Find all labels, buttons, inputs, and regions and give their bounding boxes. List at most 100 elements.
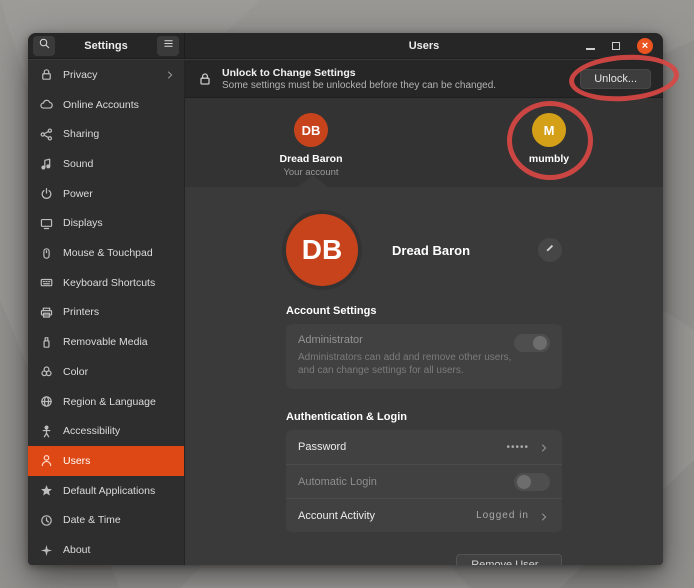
sidebar-item-label: Power [63, 188, 93, 200]
sidebar-item-label: Printers [63, 306, 99, 318]
auth-row-label: Automatic Login [298, 476, 377, 488]
auth-row-automatic-login[interactable]: Automatic Login [286, 464, 562, 498]
globe-icon [39, 394, 54, 409]
sidebar-item-accessibility[interactable]: Accessibility [28, 416, 184, 446]
unlock-banner: Unlock to Change Settings Some settings … [185, 60, 663, 98]
sidebar-item-mouse-touchpad[interactable]: Mouse & Touchpad [28, 238, 184, 268]
sidebar-item-label: Date & Time [63, 514, 121, 526]
edit-name-button[interactable] [538, 238, 562, 262]
chevron-right-icon [164, 69, 176, 81]
user-header: DB Dread Baron [286, 214, 562, 286]
sound-icon [39, 156, 54, 171]
close-icon: × [642, 39, 648, 54]
unlock-banner-title: Unlock to Change Settings [222, 67, 496, 79]
sidebar-item-label: Users [63, 455, 90, 467]
titlebar-main-section: Users × [185, 33, 663, 58]
display-icon [39, 216, 54, 231]
toggle-knob [517, 475, 531, 489]
user-avatar: DB [286, 214, 358, 286]
sidebar-item-printers[interactable]: Printers [28, 298, 184, 328]
accessibility-icon [39, 424, 54, 439]
user-detail-panel: DB Dread Baron Account Settings Administ… [185, 187, 663, 565]
search-button[interactable] [33, 36, 55, 56]
sidebar-item-label: About [63, 544, 90, 556]
printer-icon [39, 305, 54, 320]
sidebar-item-color[interactable]: Color [28, 357, 184, 387]
sidebar-item-online-accounts[interactable]: Online Accounts [28, 90, 184, 120]
hamburger-menu-icon [162, 37, 175, 55]
window-controls: × [586, 33, 653, 59]
auth-row-account-activity[interactable]: Account Activity Logged in [286, 498, 562, 532]
sidebar-item-region-language[interactable]: Region & Language [28, 387, 184, 417]
automatic-login-toggle[interactable] [514, 473, 550, 491]
star-icon [39, 483, 54, 498]
main-pane: Unlock to Change Settings Some settings … [185, 60, 663, 565]
lock-icon [39, 67, 54, 82]
sidebar-item-about[interactable]: About [28, 535, 184, 565]
sidebar-item-keyboard-shortcuts[interactable]: Keyboard Shortcuts [28, 268, 184, 298]
sidebar-item-sharing[interactable]: Sharing [28, 119, 184, 149]
lock-icon [197, 71, 213, 87]
user-selector-strip: DBDread BaronYour account Mmumbly [185, 98, 663, 187]
administrator-toggle[interactable] [514, 334, 550, 352]
administrator-label: Administrator [298, 334, 550, 346]
sidebar-item-privacy[interactable]: Privacy [28, 60, 184, 90]
sidebar-item-label: Online Accounts [63, 99, 139, 111]
sparkle-icon [39, 543, 54, 558]
sidebar-item-label: Privacy [63, 69, 97, 81]
sidebar-item-sound[interactable]: Sound [28, 149, 184, 179]
sidebar-item-label: Removable Media [63, 336, 148, 348]
sidebar-item-removable-media[interactable]: Removable Media [28, 327, 184, 357]
sidebar-item-default-applications[interactable]: Default Applications [28, 476, 184, 506]
remove-user-button[interactable]: Remove User... [456, 554, 562, 565]
user-subtitle: Your account [283, 167, 338, 178]
sidebar-item-users[interactable]: Users [28, 446, 184, 476]
user-name: Dread Baron [392, 243, 470, 258]
color-icon [39, 364, 54, 379]
sidebar-item-displays[interactable]: Displays [28, 209, 184, 239]
user-dread-baron[interactable]: DBDread BaronYour account [263, 113, 359, 178]
titlebar-sidebar-section: Settings [28, 33, 185, 58]
sidebar-item-label: Accessibility [63, 425, 120, 437]
power-icon [39, 186, 54, 201]
unlock-banner-text: Unlock to Change Settings Some settings … [222, 67, 496, 91]
sidebar-item-label: Default Applications [63, 485, 155, 497]
remove-user-row: Remove User... [286, 554, 562, 565]
unlock-button[interactable]: Unlock... [580, 69, 651, 89]
sidebar-item-date-time[interactable]: Date & Time [28, 506, 184, 536]
menu-button[interactable] [157, 36, 179, 56]
removable-media-icon [39, 335, 54, 350]
users-icon [39, 453, 54, 468]
cloud-icon [39, 97, 54, 112]
user-mumbly[interactable]: Mmumbly [501, 113, 597, 165]
sidebar-item-label: Sound [63, 158, 93, 170]
auth-row-label: Account Activity [298, 510, 375, 522]
sidebar: Privacy Online Accounts Sharing Sound Power D… [28, 60, 185, 565]
mouse-icon [39, 246, 54, 261]
sidebar-item-label: Mouse & Touchpad [63, 247, 153, 259]
settings-window: Settings Users × Privacy Online Accounts S… [28, 33, 663, 565]
user-name-label: mumbly [529, 153, 569, 165]
auth-row-value: ••••• [506, 442, 529, 453]
maximize-button[interactable] [612, 42, 620, 50]
close-button[interactable]: × [637, 38, 653, 54]
search-icon [38, 37, 51, 55]
clock-icon [39, 513, 54, 528]
chevron-right-icon [538, 441, 550, 453]
sidebar-item-power[interactable]: Power [28, 179, 184, 209]
titlebar: Settings Users × [28, 33, 663, 59]
auth-row-password[interactable]: Password ••••• [286, 430, 562, 464]
page-title: Users [409, 40, 440, 52]
sidebar-item-label: Sharing [63, 128, 99, 140]
toggle-knob [533, 336, 547, 350]
settings-window-title: Settings [84, 40, 127, 52]
minimize-button[interactable] [586, 42, 595, 50]
auth-row-label: Password [298, 441, 346, 453]
auth-login-heading: Authentication & Login [286, 411, 562, 423]
administrator-description: Administrators can add and remove other … [298, 351, 530, 377]
sidebar-item-label: Color [63, 366, 88, 378]
maximize-icon [612, 42, 620, 50]
auth-row-value: Logged in [476, 510, 529, 521]
auth-login-card: Password ••••• Automatic Login Account Acti… [286, 430, 562, 532]
minimize-icon [586, 48, 595, 50]
